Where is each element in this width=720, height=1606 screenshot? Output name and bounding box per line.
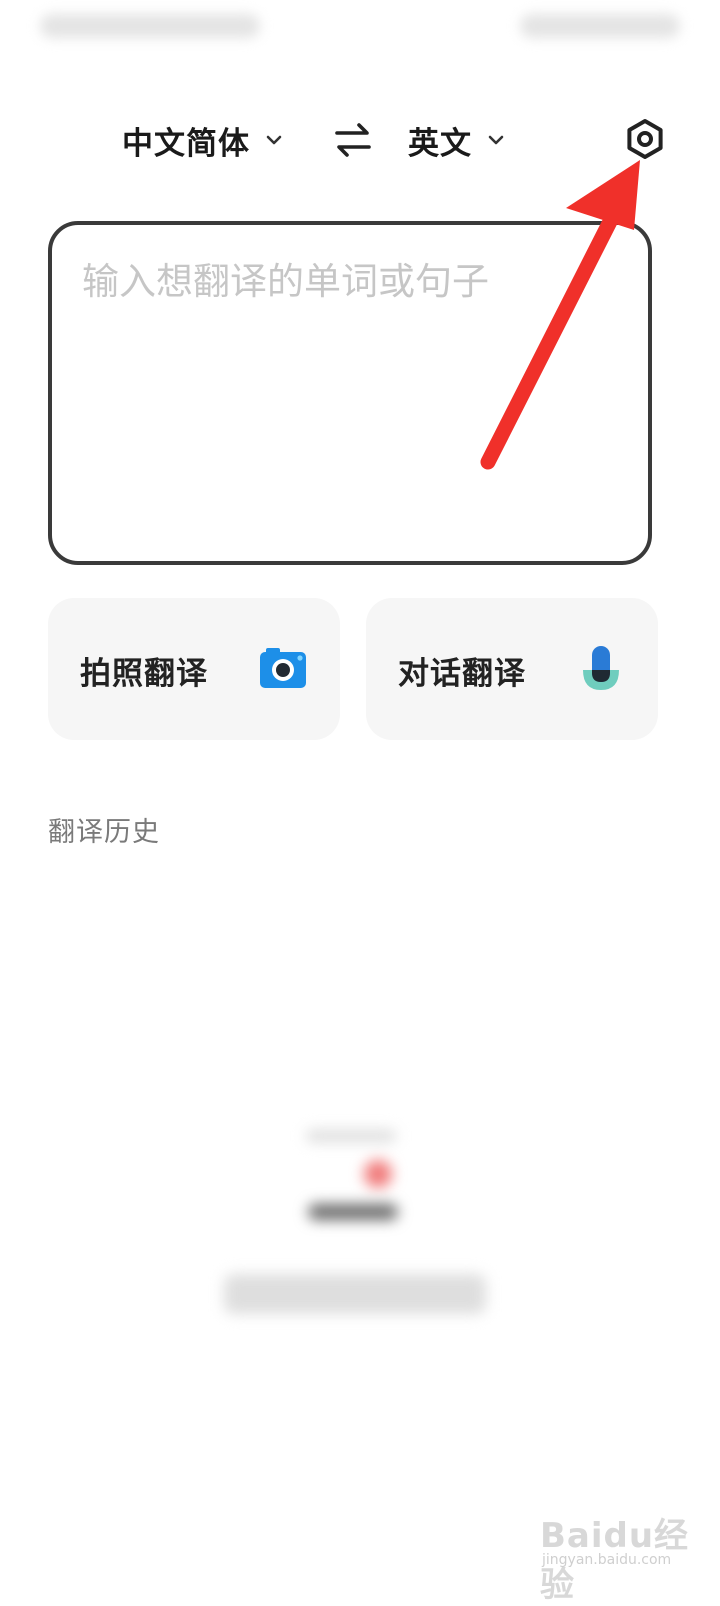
watermark: Baidu经验 jingyan.baidu.com	[540, 1508, 710, 1605]
target-language-label: 英文	[408, 125, 472, 162]
swap-languages-button[interactable]	[330, 116, 376, 164]
chevron-down-icon	[266, 135, 282, 145]
chevron-down-icon	[488, 135, 504, 145]
translation-input-box	[48, 221, 652, 565]
watermark-sub: jingyan.baidu.com	[542, 1552, 672, 1568]
language-bar: 中文简体 英文	[0, 100, 720, 180]
swap-arrows-icon	[335, 123, 371, 157]
empty-history-illustration-bar	[308, 1204, 398, 1220]
status-bar	[0, 0, 720, 56]
photo-translate-label: 拍照翻译	[80, 656, 208, 692]
dialog-translate-label: 对话翻译	[398, 656, 526, 692]
empty-history-illustration-dot	[364, 1160, 392, 1188]
dialog-translate-button[interactable]: 对话翻译	[366, 598, 658, 740]
empty-history-illustration-line	[306, 1130, 396, 1142]
microphone-icon	[583, 646, 619, 690]
settings-button[interactable]	[618, 112, 672, 166]
status-bar-right-blur	[520, 14, 680, 38]
history-title: 翻译历史	[48, 817, 160, 848]
source-language-selector[interactable]: 中文简体	[122, 116, 284, 164]
camera-icon	[260, 648, 306, 688]
source-language-label: 中文简体	[122, 125, 250, 162]
status-bar-left-blur	[40, 14, 260, 38]
hexagon-gear-icon	[627, 119, 663, 159]
empty-history-text-blur	[224, 1274, 486, 1314]
photo-translate-button[interactable]: 拍照翻译	[48, 598, 340, 740]
target-language-selector[interactable]: 英文	[408, 116, 506, 164]
translation-input[interactable]	[80, 249, 624, 543]
